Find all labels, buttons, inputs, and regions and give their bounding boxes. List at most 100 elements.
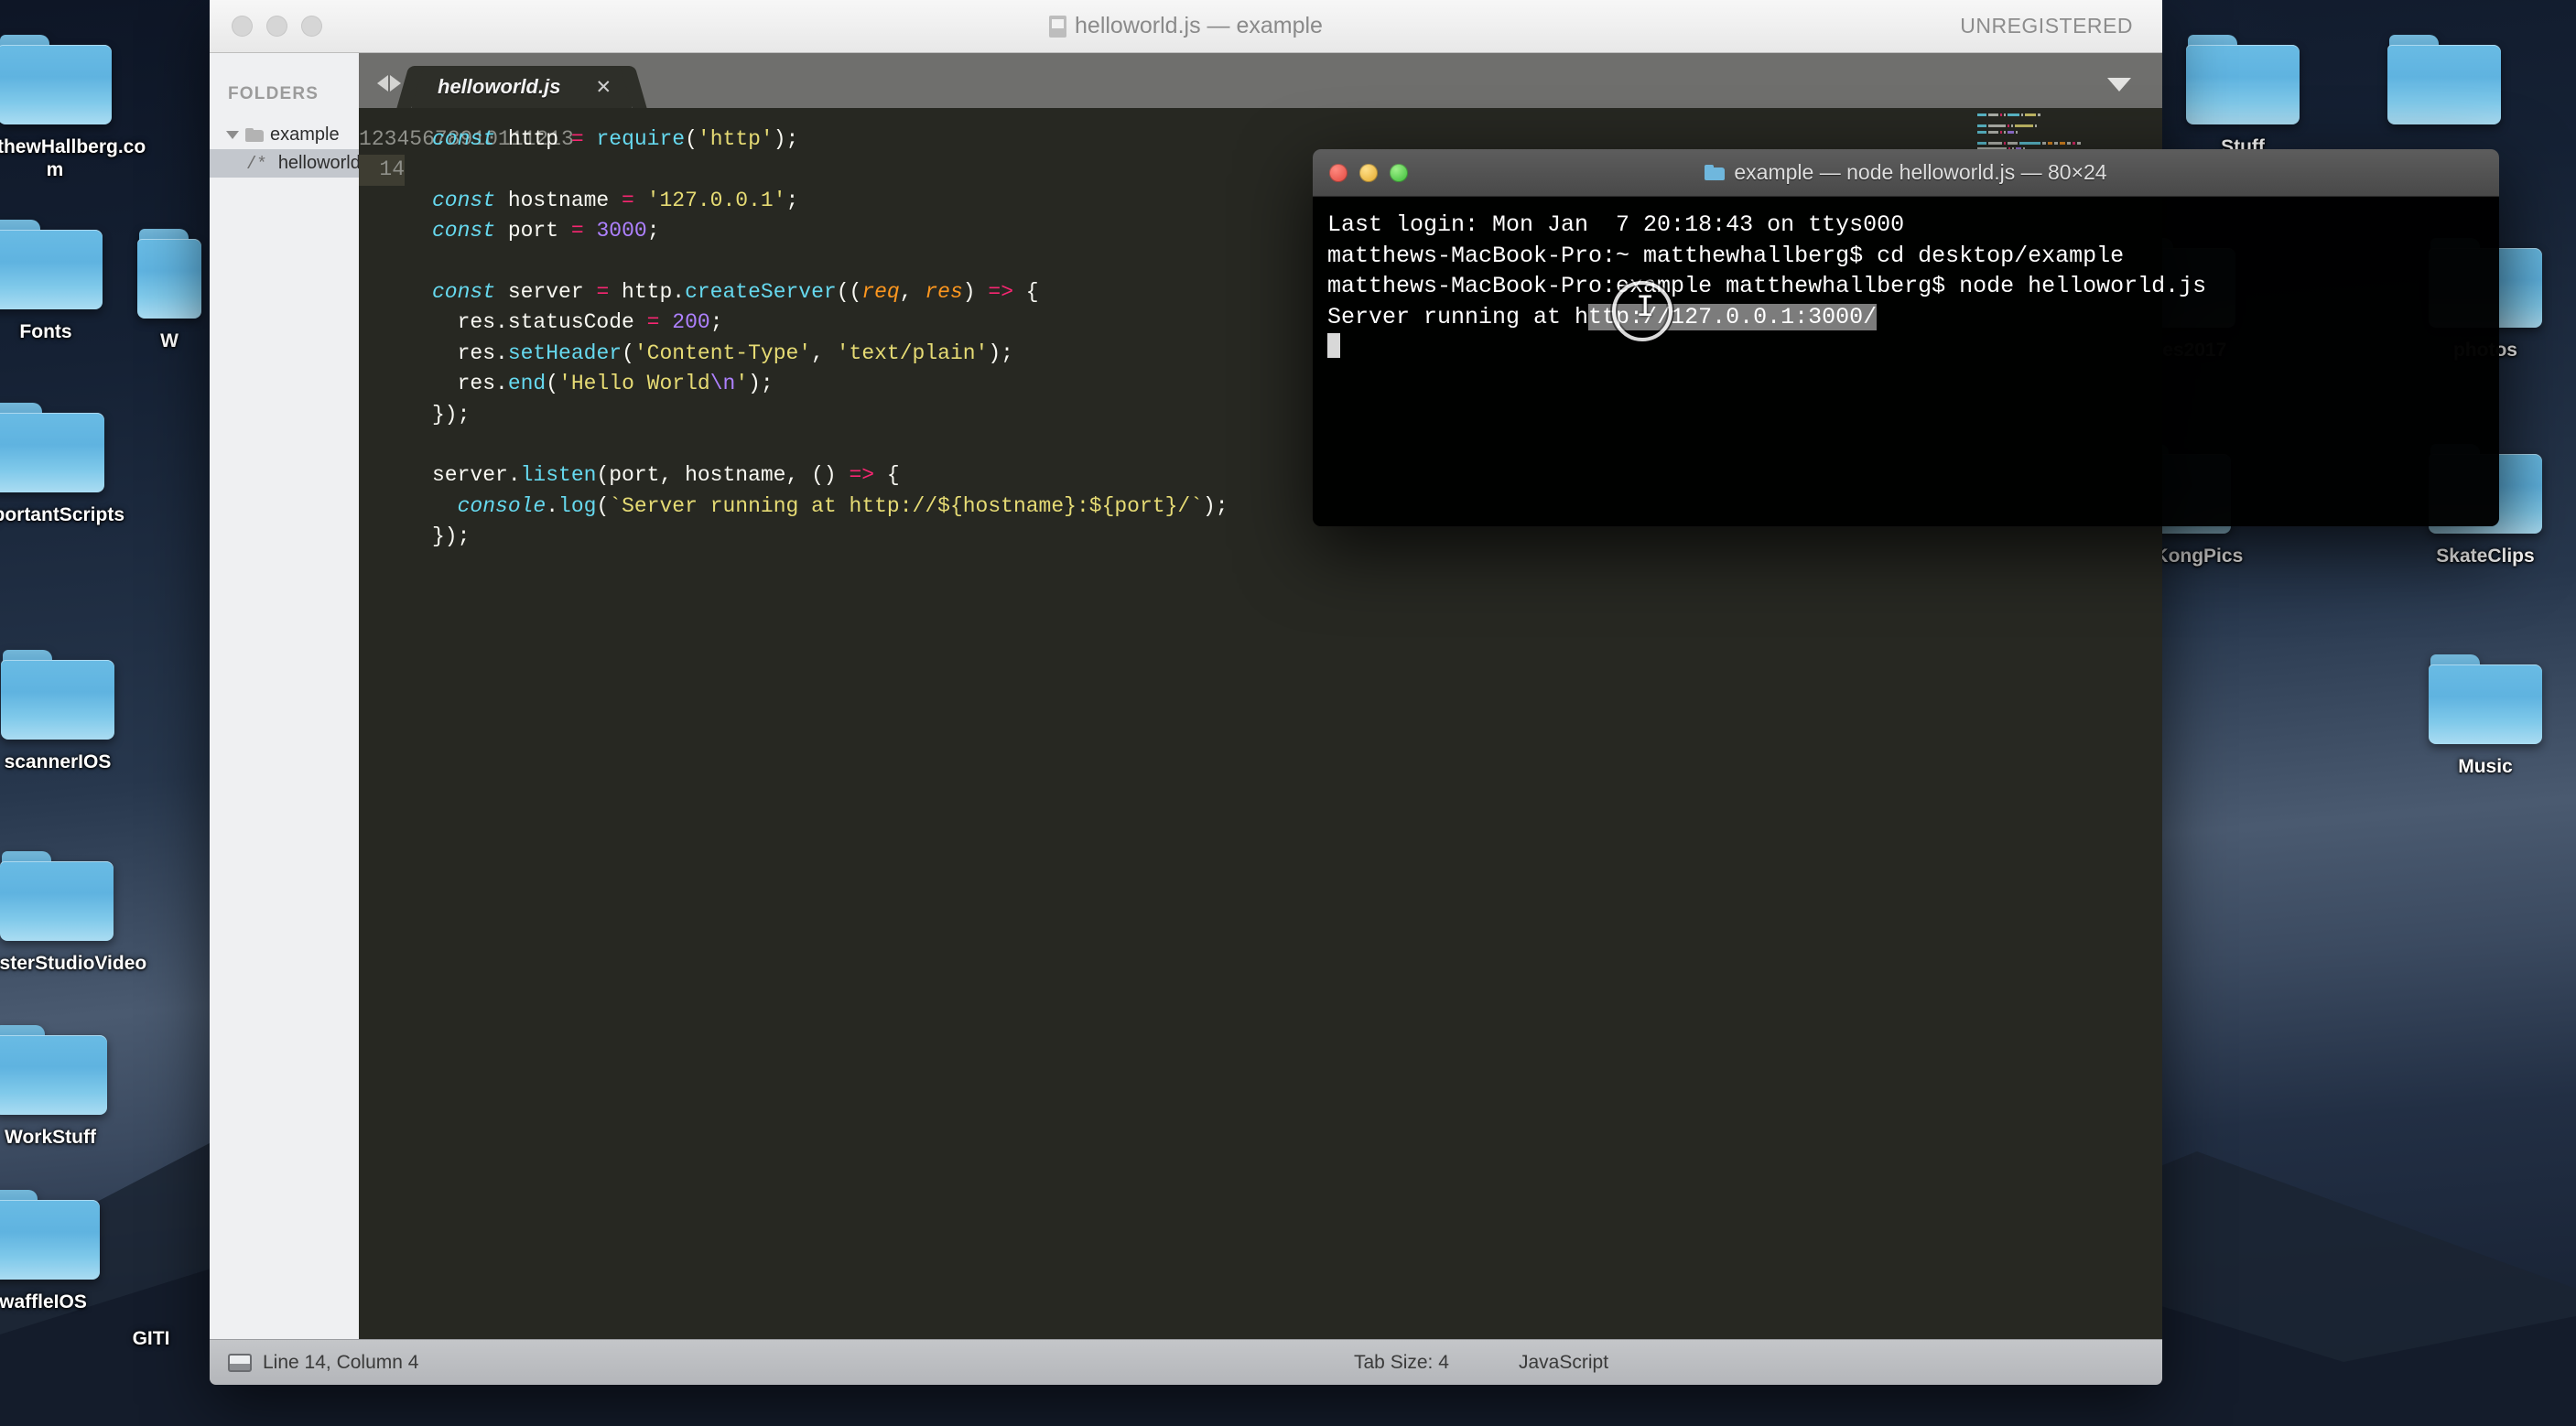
desktop-icon-importantscripts[interactable]: ImportantScripts <box>0 403 139 526</box>
status-position-group[interactable]: Line 14, Column 4 <box>228 1352 418 1374</box>
desktop-icon-label: scannerIOS <box>4 751 112 772</box>
tab-label: helloworld.js <box>438 75 561 98</box>
tab-bar[interactable]: helloworld.js ✕ <box>359 53 2162 108</box>
code-token: = <box>622 188 634 212</box>
minimap-token <box>2003 141 2006 145</box>
code-token: ; <box>709 310 723 335</box>
chevron-down-icon[interactable] <box>226 131 239 139</box>
desktop-icon-music[interactable]: Music <box>2394 654 2576 778</box>
window-title: helloworld.js — example <box>210 13 2162 39</box>
minimap-token <box>2019 141 2040 145</box>
code-token: 'text/plain' <box>836 340 989 365</box>
desktop-icon-label: Music <box>2458 756 2513 777</box>
folder-icon <box>0 851 114 941</box>
code-token: const <box>432 127 496 151</box>
code-token: hostname <box>495 188 622 212</box>
prev-tab-icon[interactable] <box>377 75 388 92</box>
status-bar: Line 14, Column 4 Tab Size: 4 JavaScript <box>210 1339 2162 1385</box>
folder-icon <box>0 1025 107 1115</box>
code-token: res. <box>432 372 508 396</box>
code-token: = <box>646 310 660 335</box>
terminal-text: Server running at h <box>1327 303 1589 330</box>
code-token: (port, hostname, () <box>596 463 850 488</box>
desktop-icon-stuff2[interactable] <box>2353 35 2536 135</box>
code-token: http <box>495 127 571 151</box>
desktop-icon-label: MatthewHallberg.com <box>0 136 146 180</box>
desktop-icon-w[interactable]: W <box>128 229 211 352</box>
terminal-line: matthews-MacBook-Pro:example matthewhall… <box>1327 273 2207 299</box>
code-token: = <box>570 127 584 151</box>
code-token: log <box>558 493 597 518</box>
desktop-icon-waffleios[interactable]: waffleIOS <box>0 1190 135 1313</box>
minimap-token <box>2072 141 2076 145</box>
console-toggle-icon[interactable] <box>228 1353 252 1372</box>
code-token: ( <box>546 372 559 396</box>
sidebar-item-example-folder[interactable]: example <box>210 121 359 149</box>
desktop-icon-stuff[interactable]: Stuff <box>2151 35 2334 158</box>
line-number: 2 <box>371 127 384 151</box>
code-token: \n <box>709 372 736 396</box>
folder-icon <box>0 220 103 309</box>
code-token: ( <box>622 340 634 365</box>
minimap-token <box>2007 113 2020 116</box>
status-tab-size[interactable]: Tab Size: 4 <box>1354 1352 1449 1374</box>
minimap-token <box>2003 113 2006 116</box>
minimap-line <box>1977 124 2155 128</box>
minimap-line <box>1977 136 2155 139</box>
minimap-token <box>1977 124 1986 128</box>
desktop-icon-workstuff[interactable]: WorkStuff <box>0 1025 142 1149</box>
code-token: 3000 <box>596 219 647 243</box>
line-number: 14 <box>359 155 405 186</box>
minimap-token <box>2016 130 2019 134</box>
next-tab-icon[interactable] <box>390 75 401 92</box>
code-token: => <box>988 280 1013 305</box>
terminal-window[interactable]: example — node helloworld.js — 80×24 Las… <box>1313 149 2499 526</box>
terminal-output[interactable]: Last login: Mon Jan 7 20:18:43 on ttys00… <box>1313 197 2499 526</box>
folder-icon <box>0 35 112 124</box>
code-token: `Server running at http://${hostname}:${… <box>609 493 1203 518</box>
desktop-icon-matthewhallberg[interactable]: MatthewHallberg.com <box>0 35 146 181</box>
window-titlebar[interactable]: helloworld.js — example UNREGISTERED <box>210 0 2162 53</box>
code-line: }); <box>432 522 2162 552</box>
code-token: res.statusCode <box>432 310 647 335</box>
status-language[interactable]: JavaScript <box>1519 1352 1608 1374</box>
code-token: const <box>432 280 496 305</box>
desktop-icon-scannerios[interactable]: scannerIOS <box>0 650 149 773</box>
code-token: }); <box>432 402 471 427</box>
minimap-token <box>1987 130 1998 134</box>
desktop-icon-giti[interactable]: GITI <box>96 1327 206 1350</box>
status-position: Line 14, Column 4 <box>263 1351 419 1373</box>
minimap-token <box>1977 141 1986 145</box>
minimap-token <box>2035 124 2038 128</box>
folder-icon <box>245 128 264 142</box>
sidebar[interactable]: FOLDERS example /* helloworld.js <box>210 53 379 1339</box>
sidebar-header: FOLDERS <box>228 84 319 103</box>
minimap-token <box>2007 130 2015 134</box>
minimap-token <box>2054 141 2059 145</box>
code-token: req <box>861 280 900 305</box>
code-token: const <box>432 219 496 243</box>
desktop-icon-label: W <box>160 330 179 351</box>
tab-helloworld-js[interactable]: helloworld.js ✕ <box>412 66 633 108</box>
sidebar-item-helloworld-js[interactable]: /* helloworld.js <box>210 149 379 178</box>
code-token: createServer <box>685 280 837 305</box>
window-title-text: helloworld.js — example <box>1075 13 1323 38</box>
minimap-line <box>1977 119 2155 122</box>
code-token: = <box>596 280 610 305</box>
desktop-icon-fonts[interactable]: Fonts <box>0 220 137 343</box>
code-token: const <box>432 188 496 212</box>
code-token: , <box>899 280 925 305</box>
desktop-icon-toasterstudiovideo[interactable]: ToasterStudioVideo <box>0 851 148 975</box>
folder-icon <box>2186 35 2300 124</box>
terminal-titlebar[interactable]: example — node helloworld.js — 80×24 <box>1313 149 2499 197</box>
minimap-token <box>2003 130 2006 134</box>
js-file-icon: /* <box>246 153 267 174</box>
desktop-icon-label: SkateClips <box>2436 546 2535 567</box>
chevron-down-icon[interactable] <box>2107 78 2131 92</box>
terminal-selected-text[interactable]: ttp://127.0.0.1:3000/ <box>1588 303 1878 330</box>
close-icon[interactable]: ✕ <box>595 76 612 99</box>
code-token: '127.0.0.1' <box>646 188 786 212</box>
minimap-line <box>1977 113 2155 116</box>
